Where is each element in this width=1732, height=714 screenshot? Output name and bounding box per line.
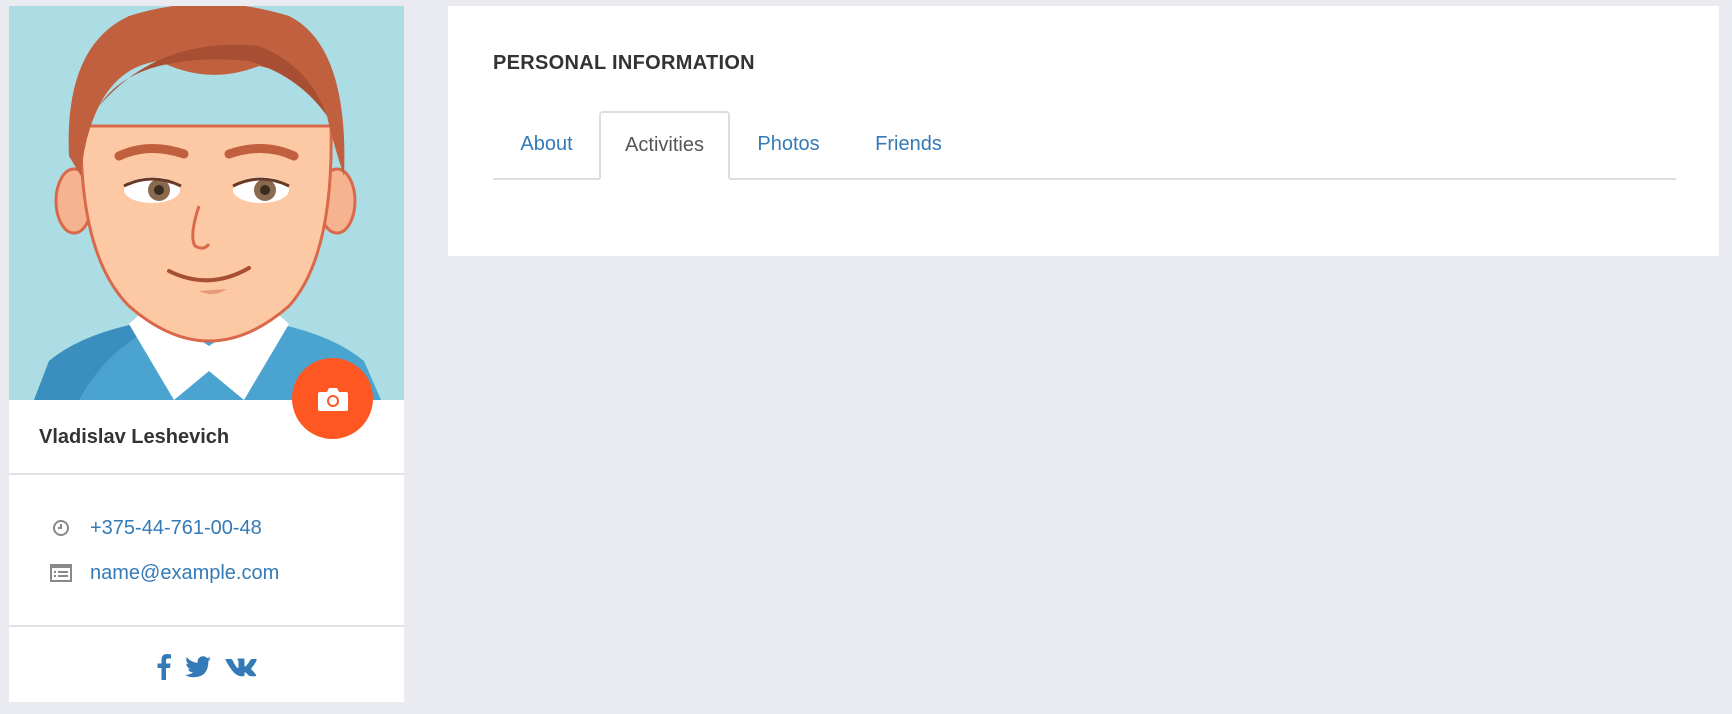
divider [9,473,404,475]
avatar [9,6,404,439]
tab-bar: About Activities Photos Friends [493,111,1676,180]
phone-link[interactable]: +375-44-761-00-48 [90,517,262,540]
tab-friends[interactable]: Friends [847,111,970,178]
phone-row: +375-44-761-00-48 [49,516,262,540]
profile-card: Vladislav Leshevich +375-44-761-00-48 na… [9,6,404,702]
clock-icon [49,516,73,540]
email-row: name@example.com [49,561,279,585]
mail-list-icon [49,561,73,585]
user-name: Vladislav Leshevich [39,426,230,448]
vk-icon[interactable] [224,657,257,677]
social-links [9,654,404,680]
avatar-illustration [9,6,404,400]
tab-about[interactable]: About [493,111,600,178]
divider [9,625,404,627]
tab-activities[interactable]: Activities [599,111,730,180]
camera-icon [317,387,348,411]
panel-title: PERSONAL INFORMATION [493,52,755,74]
twitter-icon[interactable] [184,656,211,678]
tab-photos[interactable]: Photos [730,111,847,178]
facebook-icon[interactable] [157,654,171,680]
change-photo-button[interactable] [292,358,373,439]
email-link[interactable]: name@example.com [90,562,279,585]
personal-info-panel: PERSONAL INFORMATION About Activities Ph… [448,6,1719,256]
